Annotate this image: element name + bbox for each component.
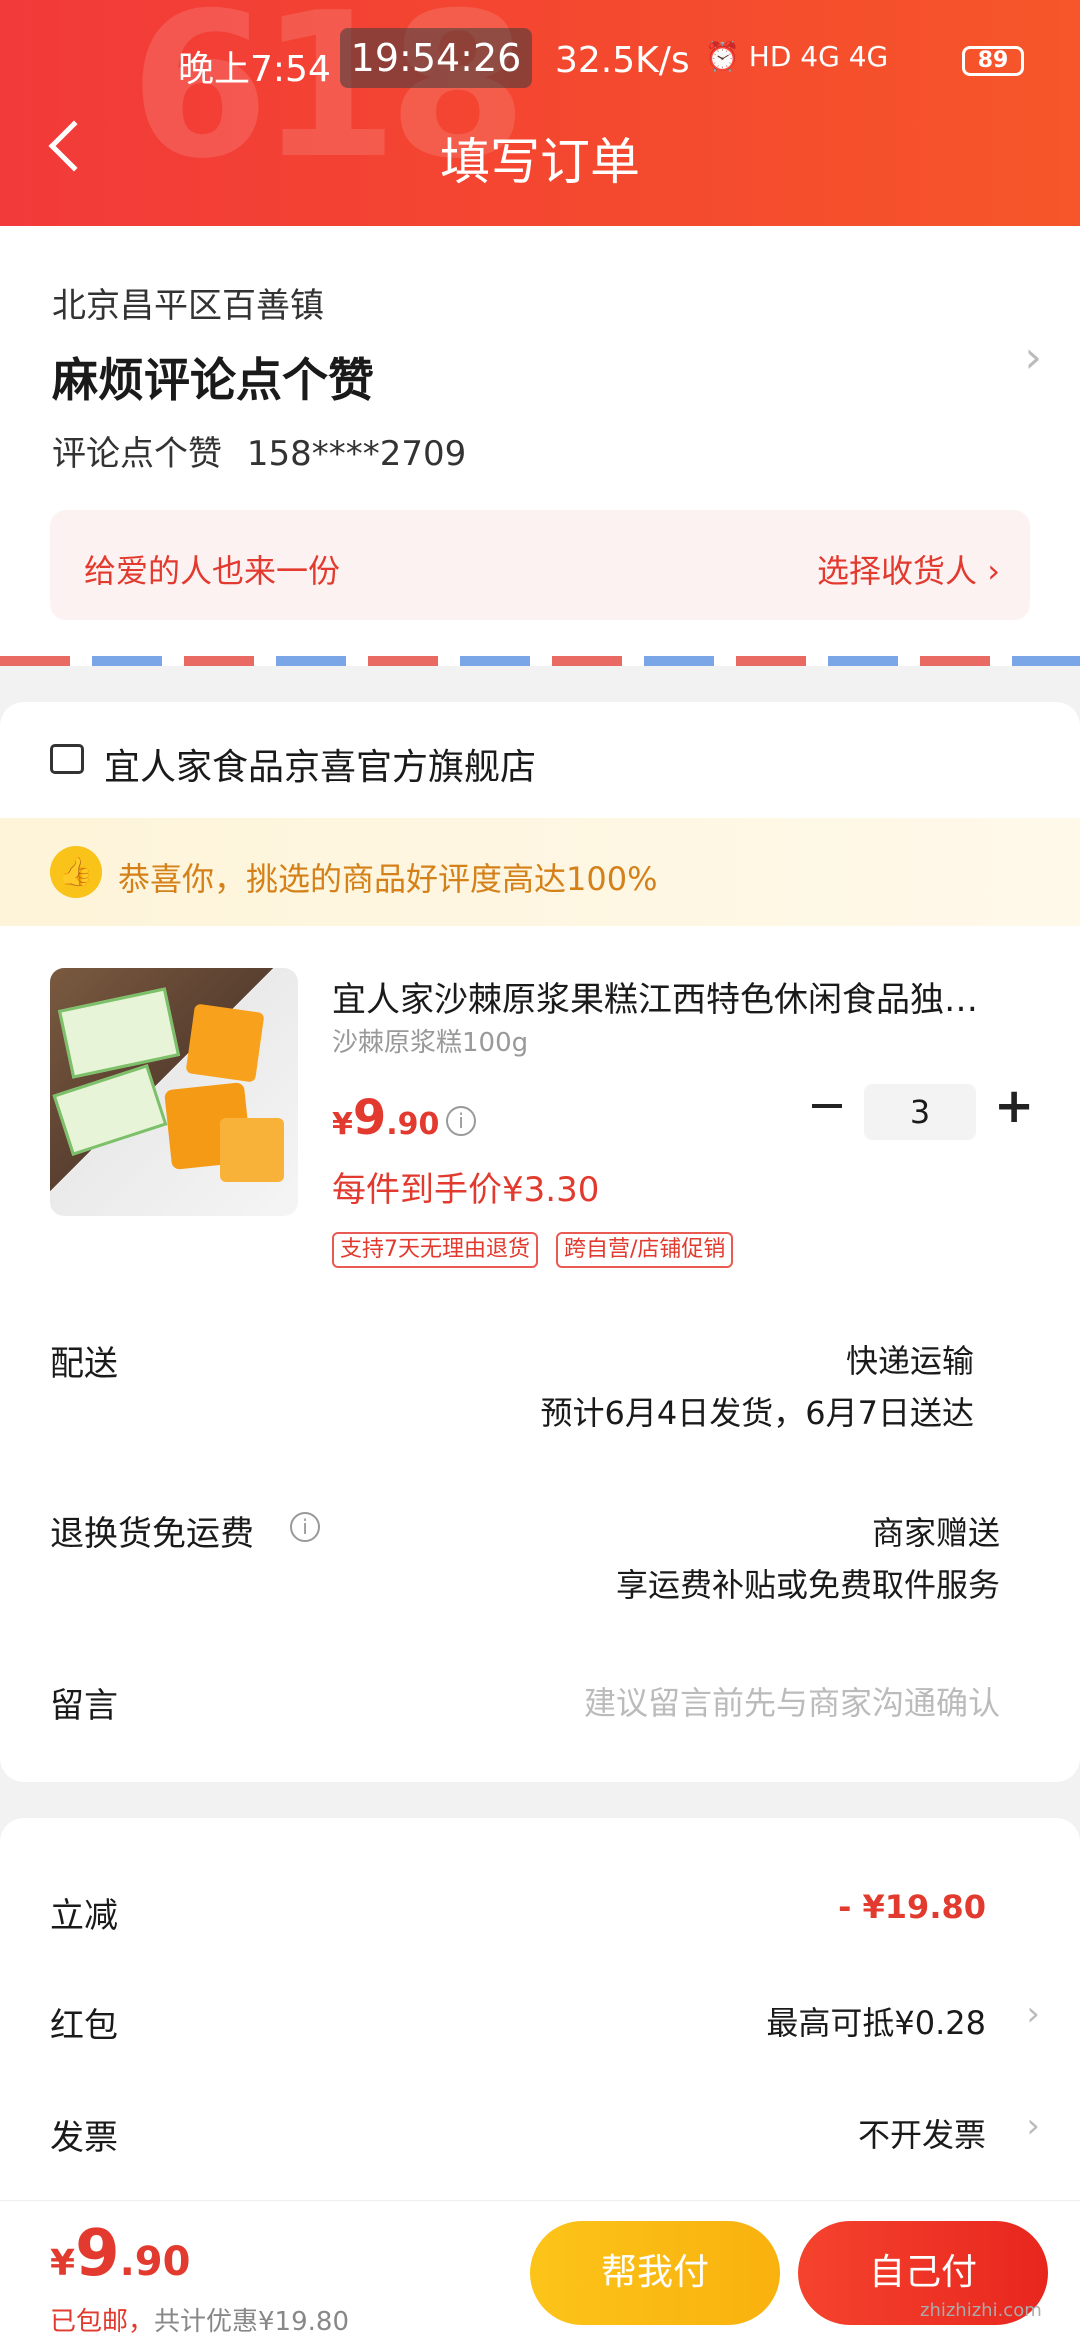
network-speed: 32.5K/s	[555, 40, 690, 81]
battery-icon: 89	[962, 46, 1024, 76]
delivery-method[interactable]: 快递运输	[846, 1336, 974, 1382]
signal-icons: ⏰ HD 4G 4G	[705, 40, 889, 73]
total-currency: ¥	[50, 2243, 76, 2284]
total-price: ¥9.90	[50, 2217, 190, 2291]
candy-wrapper	[57, 987, 181, 1079]
discount-label: 立减	[50, 1896, 118, 1936]
help-me-pay-button[interactable]: 帮我付	[530, 2221, 780, 2325]
watermark: zhizhizhi.com	[920, 2300, 1042, 2321]
total-note: 已包邮，共计优惠¥19.80	[50, 2301, 349, 2338]
price-info-icon[interactable]: i	[446, 1106, 476, 1136]
tag-7day-return: 支持7天无理由退货	[332, 1232, 538, 1268]
invoice-label: 发票	[50, 2118, 118, 2158]
discount-value: - ¥19.80	[838, 1888, 986, 1926]
tag-promotion: 跨自营/店铺促销	[556, 1232, 734, 1268]
delivery-eta[interactable]: 预计6月4日发货，6月7日送达	[541, 1388, 974, 1434]
envelope-stripe	[0, 656, 1080, 666]
store-icon	[50, 744, 84, 774]
product-price: ¥9.90	[332, 1090, 439, 1146]
status-clock: 19:54:26	[340, 28, 532, 88]
message-label: 留言	[50, 1686, 118, 1726]
address-card[interactable]: 北京昌平区百善镇 麻烦评论点个赞 评论点个赞 158****2709 › 给爱的…	[0, 226, 1080, 666]
checkout-bar: ¥9.90 已包邮，共计优惠¥19.80 帮我付 自己付	[0, 2200, 1080, 2340]
redpacket-value[interactable]: 最高可抵¥0.28	[766, 1998, 986, 2044]
store-name[interactable]: 宜人家食品京喜官方旗舰店	[104, 738, 536, 790]
gift-order-banner[interactable]: 给爱的人也来一份 选择收货人 ›	[50, 510, 1030, 620]
recipient-phone: 158****2709	[246, 434, 467, 474]
status-bar: 晚上7:54 19:54:26 32.5K/s ⏰ HD 4G 4G 89	[0, 0, 1080, 120]
choose-recipient-link[interactable]: 选择收货人 ›	[817, 546, 1000, 592]
address-detail: 麻烦评论点个赞	[52, 353, 374, 407]
price-summary-card: 立减 - ¥19.80 红包 最高可抵¥0.28 › 发票 不开发票 ›	[0, 1818, 1080, 2238]
chevron-right-icon[interactable]: ›	[1026, 2106, 1040, 2146]
candy-wrapper	[52, 1064, 168, 1156]
redpacket-label: 红包	[50, 2006, 118, 2046]
gift-text: 给爱的人也来一份	[84, 552, 341, 590]
price-decimal: .90	[386, 1107, 440, 1142]
address-region: 北京昌平区百善镇	[52, 286, 324, 326]
price-integer: 9	[352, 1090, 387, 1146]
return-info-icon[interactable]: i	[290, 1512, 320, 1542]
chevron-right-icon[interactable]: ›	[1026, 1994, 1040, 2034]
product-spec[interactable]: 沙棘原浆糕100g	[332, 1022, 528, 1059]
total-integer: 9	[75, 2217, 120, 2291]
page-title: 填写订单	[440, 133, 640, 191]
jelly-cube	[220, 1118, 284, 1182]
jelly-cube	[185, 1003, 265, 1083]
price-currency: ¥	[332, 1107, 353, 1142]
praise-banner: 👍 恭喜你，挑选的商品好评度高达100%	[0, 818, 1080, 926]
store-card: 宜人家食品京喜官方旗舰店 👍 恭喜你，挑选的商品好评度高达100% 宜人家沙棘原…	[0, 702, 1080, 1782]
delivery-label: 配送	[50, 1344, 118, 1384]
return-desc: 享运费补贴或免费取件服务	[615, 1566, 1000, 1604]
recipient-name: 评论点个赞	[52, 434, 222, 474]
product-title[interactable]: 宜人家沙棘原浆果糕江西特色休闲食品独…	[332, 972, 1032, 1021]
thumbs-up-icon: 👍	[50, 846, 102, 898]
product-image[interactable]	[50, 968, 298, 1216]
total-decimal: .90	[119, 2239, 191, 2285]
status-time: 晚上7:54	[178, 49, 331, 90]
shipping-note: 已包邮，	[50, 2307, 155, 2337]
savings-note: 共计优惠¥19.80	[154, 2307, 349, 2337]
invoice-value[interactable]: 不开发票	[858, 2110, 986, 2156]
chevron-right-icon[interactable]: ›	[1024, 332, 1042, 383]
quantity-minus-button[interactable]	[812, 1104, 842, 1108]
return-value: 商家赠送	[871, 1514, 1000, 1552]
each-price: 每件到手价¥3.30	[332, 1170, 600, 1210]
quantity-input[interactable]: 3	[864, 1084, 976, 1140]
praise-text: 恭喜你，挑选的商品好评度高达100%	[118, 860, 658, 898]
recipient-info: 评论点个赞 158****2709	[52, 426, 466, 475]
return-shipping-label: 退换货免运费	[50, 1514, 254, 1554]
message-input[interactable]: 建议留言前先与商家沟通确认	[584, 1678, 1000, 1724]
header: 618 晚上7:54 19:54:26 32.5K/s ⏰ HD 4G 4G 8…	[0, 0, 1080, 226]
quantity-plus-button[interactable]: +	[994, 1078, 1034, 1134]
